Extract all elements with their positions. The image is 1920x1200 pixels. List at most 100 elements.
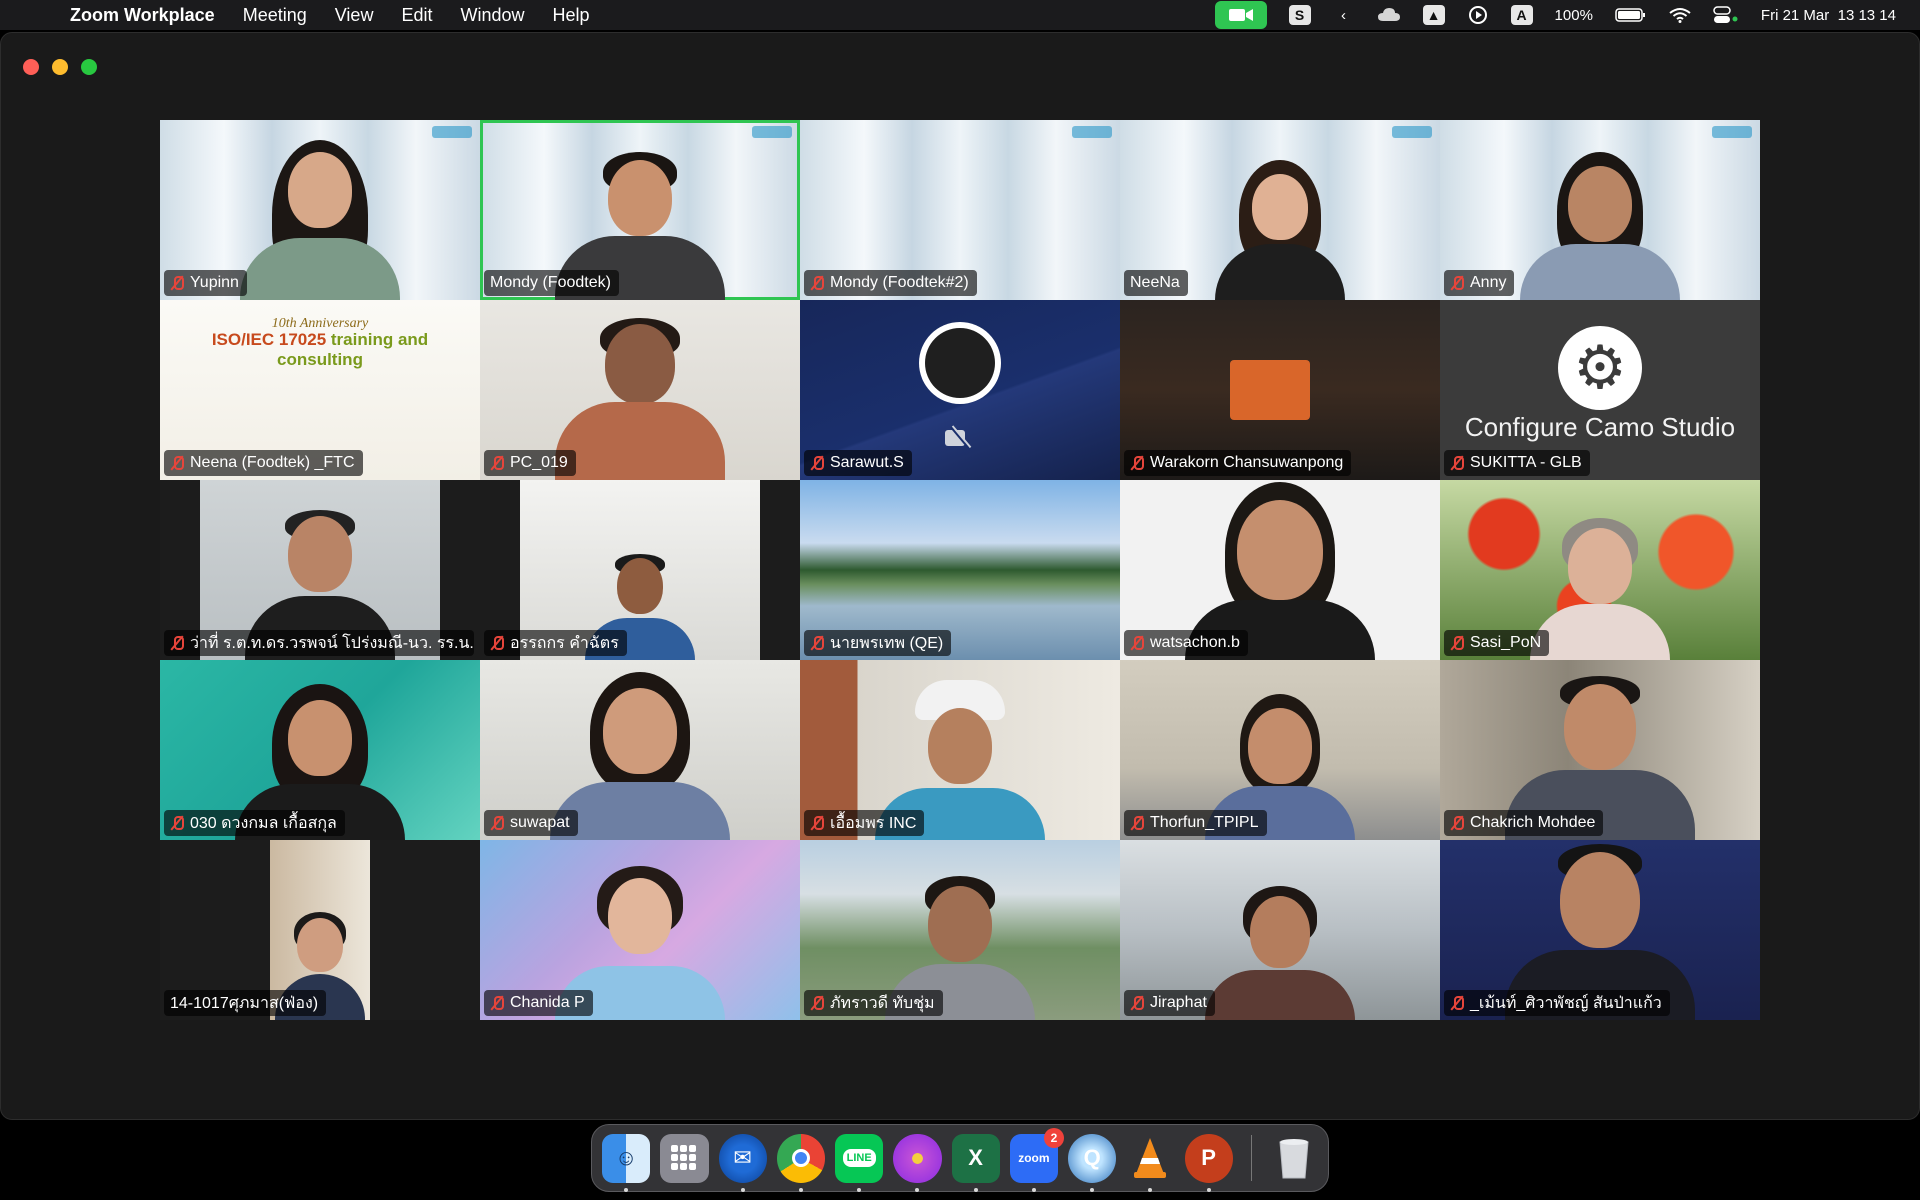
- participant-name-label: Yupinn: [164, 270, 247, 296]
- dock: ☺ ✉ LINE X zoom 2 Q P: [591, 1124, 1329, 1192]
- play-circle-icon[interactable]: [1467, 5, 1489, 25]
- mic-muted-icon: [490, 995, 504, 1011]
- minimize-window-button[interactable]: [52, 59, 68, 75]
- battery-icon[interactable]: [1615, 5, 1647, 25]
- participant-video: [1210, 160, 1350, 300]
- mic-muted-icon: [490, 635, 504, 651]
- participant-name-label: SUKITTA - GLB: [1444, 450, 1590, 476]
- chrome-icon[interactable]: [776, 1133, 825, 1192]
- participant-name-label: _เม้นท์_ศิวาพัชญ์ สันป่าแก้ว: [1444, 990, 1670, 1016]
- notification-badge: 2: [1044, 1127, 1064, 1148]
- participant-video: [1205, 880, 1355, 1020]
- wifi-icon[interactable]: [1669, 5, 1691, 25]
- participant-name-label: เอื้อมพร INC: [804, 810, 925, 836]
- participant-tile[interactable]: Chanida P: [480, 840, 800, 1020]
- flower-app-icon[interactable]: [893, 1133, 942, 1192]
- participant-tile[interactable]: นายพรเทพ (QE): [800, 480, 1120, 660]
- participant-tile[interactable]: Anny: [1440, 120, 1760, 300]
- mic-muted-icon: [1450, 455, 1464, 471]
- vlc-icon[interactable]: [1126, 1134, 1174, 1192]
- participant-tile[interactable]: _เม้นท์_ศิวาพัชญ์ สันป่าแก้ว: [1440, 840, 1760, 1020]
- close-window-button[interactable]: [23, 59, 39, 75]
- mic-muted-icon: [1450, 995, 1464, 1011]
- participant-name-label: ว่าที่ ร.ต.ท.ดร.วรพจน์ โปร่งมณี-นว. รร.น…: [164, 630, 474, 656]
- participant-tile[interactable]: Sarawut.S: [800, 300, 1120, 480]
- participant-tile[interactable]: ⚙ Configure Camo Studio SUKITTA - GLB: [1440, 300, 1760, 480]
- menu-window[interactable]: Window: [460, 5, 524, 26]
- skype-icon[interactable]: S: [1288, 5, 1311, 25]
- line-icon[interactable]: LINE: [835, 1133, 884, 1192]
- zoom-app-icon[interactable]: zoom 2: [1009, 1127, 1064, 1192]
- participant-name-label: NeeNa: [1124, 270, 1188, 296]
- participant-name-label: อรรถกร คำฉัตร: [484, 630, 627, 656]
- launchpad-icon[interactable]: [660, 1133, 709, 1183]
- powerpoint-icon[interactable]: P: [1184, 1133, 1233, 1192]
- mic-muted-icon: [1130, 995, 1144, 1011]
- participant-tile[interactable]: Warakorn Chansuwanpong: [1120, 300, 1440, 480]
- virtual-background-logo: [1392, 126, 1432, 138]
- status-area: S ‹ ▲ A 100% Fri 21 Mar 13 13 14: [1214, 0, 1896, 30]
- participant-name-label: watsachon.b: [1124, 630, 1248, 656]
- mic-muted-icon: [490, 815, 504, 831]
- participant-tile[interactable]: Thorfun_TPIPL: [1120, 660, 1440, 840]
- dock-divider: [1250, 1135, 1252, 1181]
- cloud-icon[interactable]: [1377, 5, 1401, 25]
- participant-tile[interactable]: ภัทราวดี ทับชุ่ม: [800, 840, 1120, 1020]
- obs-logo-icon: [919, 322, 1001, 404]
- participant-tile[interactable]: Jiraphat: [1120, 840, 1440, 1020]
- mic-muted-icon: [810, 635, 824, 651]
- mic-muted-icon: [490, 455, 504, 471]
- menu-meeting[interactable]: Meeting: [243, 5, 307, 26]
- input-source-icon[interactable]: A: [1510, 5, 1533, 25]
- virtual-background-logo: [432, 126, 472, 138]
- virtual-background-logo: [1072, 126, 1112, 138]
- fullscreen-window-button[interactable]: [81, 59, 97, 75]
- participant-tile[interactable]: ว่าที่ ร.ต.ท.ดร.วรพจน์ โปร่งมณี-นว. รร.น…: [160, 480, 480, 660]
- participant-tile[interactable]: เอื้อมพร INC: [800, 660, 1120, 840]
- participant-tile-active-speaker[interactable]: Mondy (Foodtek): [480, 120, 800, 300]
- participant-tile[interactable]: 10th Anniversary ISO/IEC 17025 training …: [160, 300, 480, 480]
- participant-tile[interactable]: Chakrich Mohdee: [1440, 660, 1760, 840]
- zoom-camera-status-icon[interactable]: [1214, 1, 1267, 29]
- virtual-background-logo: [1712, 126, 1752, 138]
- menu-help[interactable]: Help: [553, 5, 590, 26]
- video-off-icon: [945, 428, 975, 448]
- participant-tile[interactable]: Yupinn: [160, 120, 480, 300]
- participant-name-label: 14-1017ศุภมาส(ฟ่อง): [164, 990, 327, 1016]
- thunderbird-icon[interactable]: ✉: [718, 1133, 767, 1192]
- participant-video: [240, 130, 400, 300]
- blurred-background-lamp: [1230, 360, 1310, 420]
- participant-name-label: Mondy (Foodtek#2): [804, 270, 977, 296]
- participant-tile[interactable]: NeeNa: [1120, 120, 1440, 300]
- trash-icon[interactable]: [1270, 1134, 1318, 1183]
- participant-name-label: suwapat: [484, 810, 578, 836]
- participant-name-label: นายพรเทพ (QE): [804, 630, 952, 656]
- participant-name-label: Sasi_PoN: [1444, 630, 1550, 656]
- participant-name-label: Sarawut.S: [804, 450, 912, 476]
- control-center-icon[interactable]: [1713, 5, 1739, 25]
- mic-muted-icon: [1130, 455, 1144, 471]
- participant-tile[interactable]: 030 ดวงกมล เกื้อสกุล: [160, 660, 480, 840]
- excel-icon[interactable]: X: [951, 1133, 1000, 1192]
- participant-tile[interactable]: PC_019: [480, 300, 800, 480]
- participant-tile[interactable]: อรรถกร คำฉัตร: [480, 480, 800, 660]
- participant-tile[interactable]: 14-1017ศุภมาส(ฟ่อง): [160, 840, 480, 1020]
- menu-edit[interactable]: Edit: [401, 5, 432, 26]
- mic-muted-icon: [810, 275, 824, 291]
- battery-percent: 100%: [1554, 6, 1593, 24]
- mic-muted-icon: [810, 455, 824, 471]
- participant-video: [555, 310, 725, 480]
- participant-tile[interactable]: watsachon.b: [1120, 480, 1440, 660]
- participant-tile[interactable]: Mondy (Foodtek#2): [800, 120, 1120, 300]
- participant-tile[interactable]: Sasi_PoN: [1440, 480, 1760, 660]
- participant-name-label: PC_019: [484, 450, 576, 476]
- menu-view[interactable]: View: [335, 5, 374, 26]
- menu-app-name[interactable]: Zoom Workplace: [70, 5, 215, 26]
- chevron-left-icon[interactable]: ‹: [1333, 5, 1355, 25]
- mic-muted-icon: [1450, 815, 1464, 831]
- clock[interactable]: Fri 21 Mar 13 13 14: [1761, 5, 1896, 25]
- quicktime-icon[interactable]: Q: [1068, 1133, 1117, 1192]
- drive-icon[interactable]: ▲: [1422, 5, 1445, 25]
- participant-tile[interactable]: suwapat: [480, 660, 800, 840]
- finder-icon[interactable]: ☺: [602, 1133, 651, 1192]
